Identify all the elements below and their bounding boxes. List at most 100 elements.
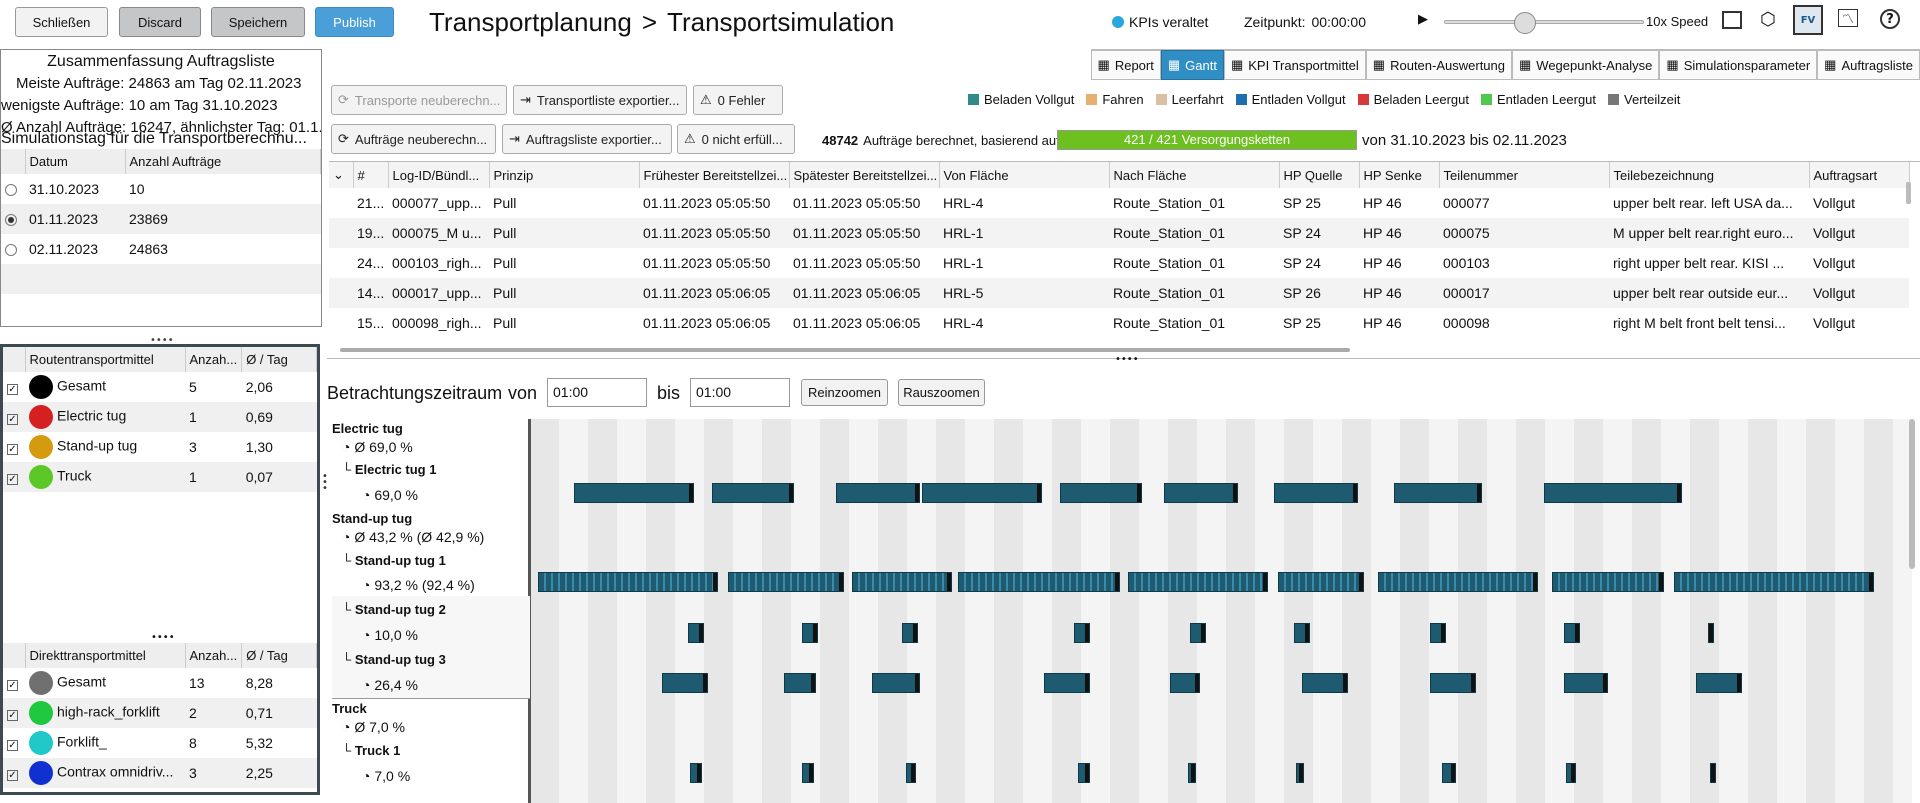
gantt-item-standup-1[interactable]: └ Stand-up tug 1 [342,553,502,568]
recalc-transports-button[interactable]: ⟳ Transporte neuberechn... [331,85,507,115]
vehicle-color-dot[interactable] [29,405,53,429]
cube-icon[interactable]: ⬡ [1760,9,1776,30]
day-row[interactable]: 31.10.2023 10 [1,174,321,204]
gantt-bar[interactable] [1696,673,1742,693]
gantt-bar[interactable] [906,763,916,783]
orders-header[interactable]: Nach Fläche [1109,162,1280,188]
gantt-bar[interactable] [802,763,814,783]
errors-button[interactable]: ⚠ 0 Fehler [693,85,783,115]
vehicle-row[interactable]: ✓ high-rack_forklift 2 0,71 [3,698,317,728]
routes-header-count[interactable]: Anzah... [185,347,243,372]
orders-header[interactable]: Spätester Bereitstellzei... [789,162,940,188]
radio-icon[interactable] [5,244,17,257]
day-row[interactable]: 02.11.2023 24863 [1,234,321,264]
checkbox[interactable]: ✓ [7,384,18,395]
gantt-item-standup-2[interactable]: └ Stand-up tug 2 [342,602,502,617]
gantt-bar[interactable] [1044,673,1090,693]
gantt-bar[interactable] [872,673,920,693]
gantt-group-electric-tug[interactable]: Electric tug [332,421,492,436]
gantt-bar[interactable] [1060,483,1142,503]
orders-header[interactable]: Auftragsart [1809,162,1910,188]
gantt-bar[interactable] [1564,673,1608,693]
direct-header-avg[interactable]: Ø / Tag [241,643,317,668]
gantt-bar[interactable] [728,572,844,592]
gantt-bar[interactable] [1164,483,1238,503]
orders-header[interactable]: Frühester Bereitstellzei... [639,162,790,188]
direct-header-count[interactable]: Anzah... [185,643,243,668]
checkbox[interactable]: ✓ [7,414,18,425]
table-row[interactable]: 21... 000077_upp... Pull 01.11.2023 05:05:5… [329,188,1909,218]
gantt-bar[interactable] [1430,673,1476,693]
vehicle-color-dot[interactable] [29,671,53,695]
vehicle-color-dot[interactable] [29,701,53,725]
gantt-bar[interactable] [1708,623,1714,643]
day-radio[interactable] [1,234,25,264]
save-button[interactable]: Speichern [211,7,305,37]
vehicle-row[interactable]: ✓ Gesamt 5 2,06 [3,372,317,402]
orders-header[interactable]: Teilebezeichnung [1609,162,1810,188]
speed-slider-knob[interactable] [1514,12,1536,34]
gantt-bar[interactable] [922,483,1042,503]
tab-kpi-transportmittel[interactable]: ▦ KPI Transportmittel [1223,50,1366,80]
table-row[interactable]: 24... 000103_righ... Pull 01.11.2023 05:05:… [329,248,1909,278]
routes-header-avg[interactable]: Ø / Tag [241,347,317,372]
gantt-bar[interactable] [852,572,952,592]
checkbox[interactable]: ✓ [7,710,18,721]
tab-simulationsparameter[interactable]: ▦ Simulationsparameter [1659,50,1818,80]
gantt-bar[interactable] [1294,623,1310,643]
gantt-group-truck[interactable]: Truck [332,701,492,716]
day-radio[interactable] [1,204,25,234]
gantt-group-standup-tug[interactable]: Stand-up tug [332,511,492,526]
splitter-handle-3[interactable]: •••• [1115,354,1139,365]
days-header-count[interactable]: Anzahl Aufträge [125,149,321,174]
publish-button[interactable]: Publish [315,7,394,37]
orders-header[interactable]: HP Senke [1359,162,1440,188]
discard-button[interactable]: Discard [119,7,201,37]
gantt-bar[interactable] [1394,483,1482,503]
tab-wegepunkt-analyse[interactable]: ▦ Wegepunkt-Analyse [1512,50,1660,80]
gantt-bar[interactable] [1190,623,1206,643]
gantt-scrollbar[interactable] [1909,419,1915,569]
radio-icon[interactable] [5,184,17,197]
gantt-bar[interactable] [538,572,718,592]
zoom-in-button[interactable]: Reinzoomen [801,379,888,406]
gantt-bar[interactable] [662,673,708,693]
gantt-bar[interactable] [688,623,704,643]
gantt-bar[interactable] [712,483,794,503]
gantt-bar[interactable] [1544,483,1682,503]
gantt-bar[interactable] [1378,572,1538,592]
orders-header[interactable]: Log-ID/Bündl... [388,162,490,188]
checkbox[interactable]: ✓ [7,444,18,455]
vertical-splitter-handle[interactable]: • • • [322,472,328,494]
gantt-bar[interactable] [1442,763,1456,783]
gantt-bar[interactable] [574,483,694,503]
vehicle-row[interactable]: ✓ Forklift_ 8 5,32 [3,728,317,758]
gantt-bar[interactable] [958,572,1120,592]
orders-header[interactable]: # [353,162,389,188]
period-from-input[interactable]: 01:00 [547,378,647,407]
gantt-bar[interactable] [784,673,816,693]
gantt-bar[interactable] [836,483,920,503]
chart-icon[interactable]: 〽 [1838,9,1858,27]
table-row[interactable]: 19... 000075_M u... Pull 01.11.2023 05:05:5… [329,218,1909,248]
checkbox[interactable]: ✓ [7,770,18,781]
recalc-orders-button[interactable]: ⟳ Aufträge neuberechn... [331,124,496,154]
table-row[interactable]: 15... 000098_righ... Pull 01.11.2023 05:06:… [329,308,1909,338]
gantt-bar[interactable] [1278,572,1364,592]
gantt-bar[interactable] [1274,483,1358,503]
orders-header[interactable]: Prinzip [489,162,640,188]
checkbox[interactable]: ✓ [7,740,18,751]
gantt-bar[interactable] [690,763,702,783]
vertical-scrollbar[interactable] [1906,182,1911,204]
gantt-bar[interactable] [1078,763,1090,783]
vehicle-row[interactable]: ✓ Electric tug 1 0,69 [3,402,317,432]
orders-header[interactable]: Von Fläche [939,162,1110,188]
vehicle-row[interactable]: ✓ Truck 1 0,07 [3,462,317,492]
gantt-bar[interactable] [1430,623,1446,643]
zoom-out-button[interactable]: Rauszoomen [898,379,985,406]
day-radio[interactable] [1,174,25,204]
fullscreen-icon[interactable] [1722,11,1742,29]
gantt-bar[interactable] [1302,673,1348,693]
orders-header[interactable]: Teilenummer [1439,162,1610,188]
vehicle-color-dot[interactable] [29,731,53,755]
